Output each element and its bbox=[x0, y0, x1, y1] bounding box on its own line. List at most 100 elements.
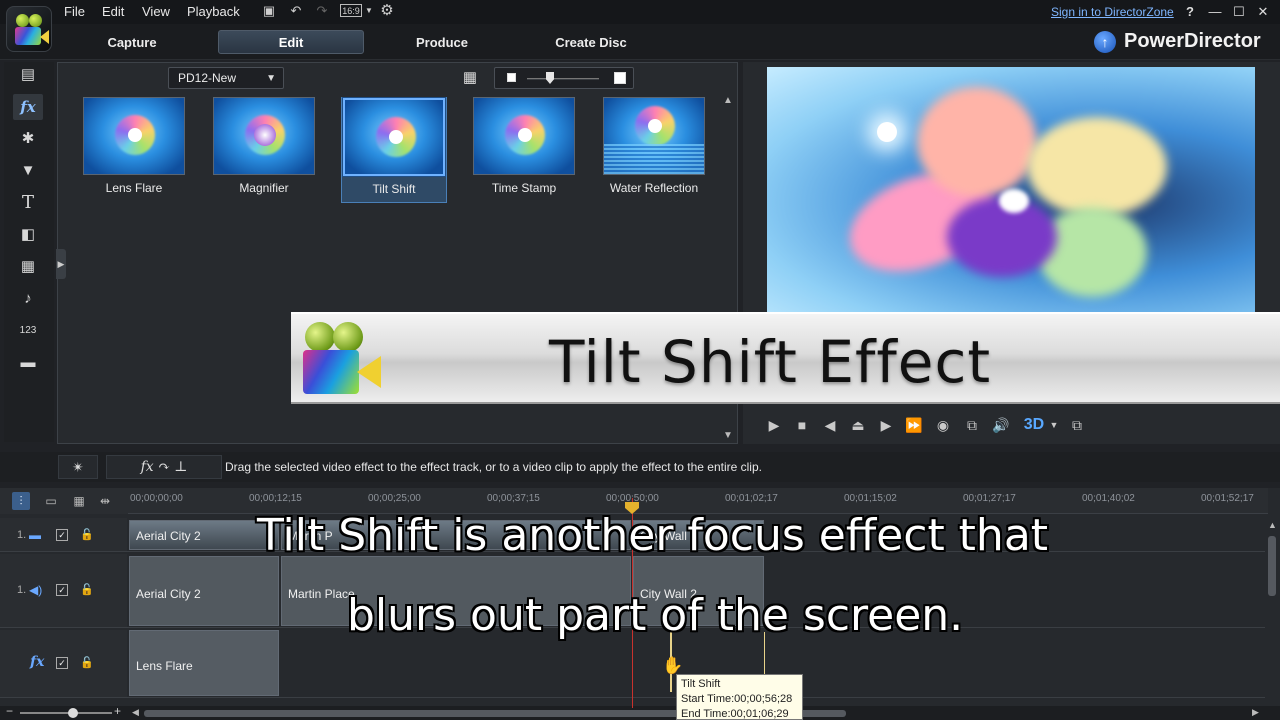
menu-playback[interactable]: Playback bbox=[187, 4, 240, 19]
undo-icon[interactable]: ↶ bbox=[288, 3, 304, 19]
effect-magnifier[interactable]: Magnifier bbox=[211, 97, 317, 195]
effect-room-icon[interactable]: fx bbox=[13, 94, 43, 120]
lock-icon[interactable]: 🔓 bbox=[80, 656, 94, 669]
signin-link[interactable]: Sign in to DirectorZone bbox=[1051, 5, 1174, 19]
lock-icon[interactable]: 🔓 bbox=[80, 528, 94, 541]
aspect-ratio-button[interactable]: 16:9 bbox=[340, 4, 362, 17]
effect-time-stamp[interactable]: Time Stamp bbox=[471, 97, 577, 195]
tab-produce[interactable]: Produce bbox=[402, 30, 482, 54]
slider-track bbox=[527, 78, 599, 80]
effect-lens-flare[interactable]: Lens Flare bbox=[81, 97, 187, 195]
slider-knob[interactable] bbox=[546, 72, 554, 84]
ruler-tick: 00;00;12;15 bbox=[249, 493, 302, 504]
playback-controls: ▶ ■ ◀ ⏏ ▶ ⏩ ◉ ⧉ 🔊 3D ▼ ⧉ bbox=[763, 412, 1263, 440]
split-icon[interactable]: ⏏ bbox=[849, 416, 867, 434]
brand-name: PowerDirector bbox=[1124, 30, 1261, 52]
preview-screen bbox=[767, 67, 1255, 313]
grid-view-icon[interactable]: ▦ bbox=[461, 69, 479, 87]
zoom-slider-knob[interactable] bbox=[68, 708, 78, 718]
tab-capture[interactable]: Capture bbox=[92, 30, 172, 54]
magic-wand-button[interactable]: ✴ bbox=[58, 455, 98, 479]
stop-icon[interactable]: ■ bbox=[793, 416, 811, 434]
chevron-down-icon[interactable]: ▼ bbox=[1045, 416, 1063, 434]
gear-icon[interactable]: ⚙ bbox=[379, 3, 395, 19]
ruler-tick: 00;00;37;15 bbox=[487, 493, 540, 504]
large-thumb-icon bbox=[614, 72, 626, 84]
menu-edit[interactable]: Edit bbox=[102, 4, 124, 19]
previous-frame-icon[interactable]: ◀ bbox=[821, 416, 839, 434]
tab-create-disc[interactable]: Create Disc bbox=[546, 30, 636, 54]
menu-view[interactable]: View bbox=[142, 4, 170, 19]
storyboard-view-icon[interactable]: ▭ bbox=[42, 492, 60, 510]
subtitle-line-2: blurs out part of the screen. bbox=[347, 590, 964, 641]
camera-icon[interactable]: ◉ bbox=[934, 416, 952, 434]
fast-forward-icon[interactable]: ⏩ bbox=[905, 416, 923, 434]
microphone-icon[interactable]: ♪ bbox=[13, 286, 43, 312]
room-rail: ▤ fx ✱ ▼ T ◧ ▦ ♪ 123 ▬ bbox=[4, 62, 54, 442]
track-enable-checkbox[interactable]: ✓ bbox=[56, 529, 68, 541]
tooltip-end-time: End Time:00;01;06;29 bbox=[681, 708, 789, 720]
upgrade-arrow-icon[interactable]: ↑ bbox=[1094, 30, 1116, 53]
effect-thumbnail bbox=[343, 98, 445, 176]
timeline-vertical-scrollbar[interactable]: ▲ bbox=[1266, 520, 1278, 710]
zoom-out-icon[interactable]: − bbox=[6, 704, 13, 718]
effect-thumbnail bbox=[603, 97, 705, 175]
speaker-icon: ◀) bbox=[29, 583, 43, 597]
effect-thumbnail bbox=[83, 97, 185, 175]
subtitle-room-icon[interactable]: ▬ bbox=[13, 350, 43, 376]
title-room-icon[interactable]: T bbox=[13, 190, 43, 216]
scroll-right-icon[interactable]: ▶ bbox=[1252, 707, 1259, 718]
track-enable-checkbox[interactable]: ✓ bbox=[56, 584, 68, 596]
effect-clip[interactable]: Lens Flare bbox=[129, 630, 279, 696]
effect-tilt-shift[interactable]: Tilt Shift bbox=[341, 97, 447, 203]
tooltip-start-time: Start Time:00;00;56;28 bbox=[681, 693, 793, 705]
brand: ↑ PowerDirector bbox=[1094, 30, 1261, 53]
timeline-tools: ⫶ ▭ ▦ ⇹ bbox=[0, 488, 128, 514]
lock-icon[interactable]: 🔓 bbox=[80, 583, 94, 596]
scroll-up-icon[interactable]: ▲ bbox=[723, 95, 733, 106]
hint-text: Drag the selected video effect to the ef… bbox=[225, 460, 762, 474]
fit-timeline-icon[interactable]: ⇹ bbox=[96, 492, 114, 510]
media-room-icon[interactable]: ▤ bbox=[13, 62, 43, 88]
audio-mixing-room-icon[interactable]: ▦ bbox=[13, 254, 43, 280]
category-select[interactable]: PD12-New ▼ bbox=[168, 67, 284, 89]
track-manager-icon[interactable]: ▦ bbox=[70, 492, 88, 510]
add-effect-to-track-button[interactable]: fx ↷ ⊥ bbox=[106, 455, 222, 479]
chapter-room-icon[interactable]: 123 bbox=[13, 318, 43, 344]
title-banner: Tilt Shift Effect bbox=[291, 312, 1280, 404]
expand-panel-handle[interactable]: ▶ bbox=[56, 249, 66, 279]
zoom-slider[interactable] bbox=[20, 712, 112, 714]
chevron-down-icon[interactable]: ▼ bbox=[361, 3, 377, 19]
track-header: fx ✓ 🔓 bbox=[0, 630, 127, 697]
save-icon[interactable]: ▣ bbox=[261, 3, 277, 19]
video-track-icon: ▬ bbox=[29, 528, 41, 542]
minimize-button[interactable]: — bbox=[1207, 4, 1223, 20]
transition-room-icon[interactable]: ◧ bbox=[13, 222, 43, 248]
scroll-down-icon[interactable]: ▼ bbox=[723, 430, 733, 441]
close-button[interactable]: ✕ bbox=[1255, 4, 1271, 20]
thumbnail-size-slider[interactable] bbox=[494, 67, 634, 89]
timeline-view-icon[interactable]: ⫶ bbox=[12, 492, 30, 510]
redo-icon[interactable]: ↷ bbox=[314, 3, 330, 19]
particle-room-icon[interactable]: ▼ bbox=[13, 158, 43, 184]
hint-bar: ✴ fx ↷ ⊥ Drag the selected video effect … bbox=[0, 452, 1280, 482]
effect-label: Time Stamp bbox=[491, 181, 557, 195]
3d-mode-icon[interactable]: 3D bbox=[1023, 416, 1045, 434]
maximize-button[interactable]: ☐ bbox=[1231, 4, 1247, 20]
next-frame-icon[interactable]: ▶ bbox=[877, 416, 895, 434]
menu-file[interactable]: File bbox=[64, 4, 85, 19]
track-enable-checkbox[interactable]: ✓ bbox=[56, 657, 68, 669]
tab-edit[interactable]: Edit bbox=[218, 30, 364, 54]
scroll-left-icon[interactable]: ◀ bbox=[132, 707, 139, 718]
track-number: 1. bbox=[17, 529, 27, 541]
pip-room-icon[interactable]: ✱ bbox=[13, 126, 43, 152]
tooltip-title: Tilt Shift bbox=[681, 678, 721, 690]
help-button[interactable]: ? bbox=[1182, 4, 1198, 20]
undock-icon[interactable]: ⧉ bbox=[1068, 416, 1086, 434]
audio-clip[interactable]: Aerial City 2 bbox=[129, 556, 279, 626]
volume-icon[interactable]: 🔊 bbox=[992, 416, 1010, 434]
effect-water-reflection[interactable]: Water Reflection bbox=[601, 97, 707, 195]
fullscreen-icon[interactable]: ⧉ bbox=[963, 416, 981, 434]
play-icon[interactable]: ▶ bbox=[765, 416, 783, 434]
zoom-in-icon[interactable]: + bbox=[114, 704, 121, 718]
